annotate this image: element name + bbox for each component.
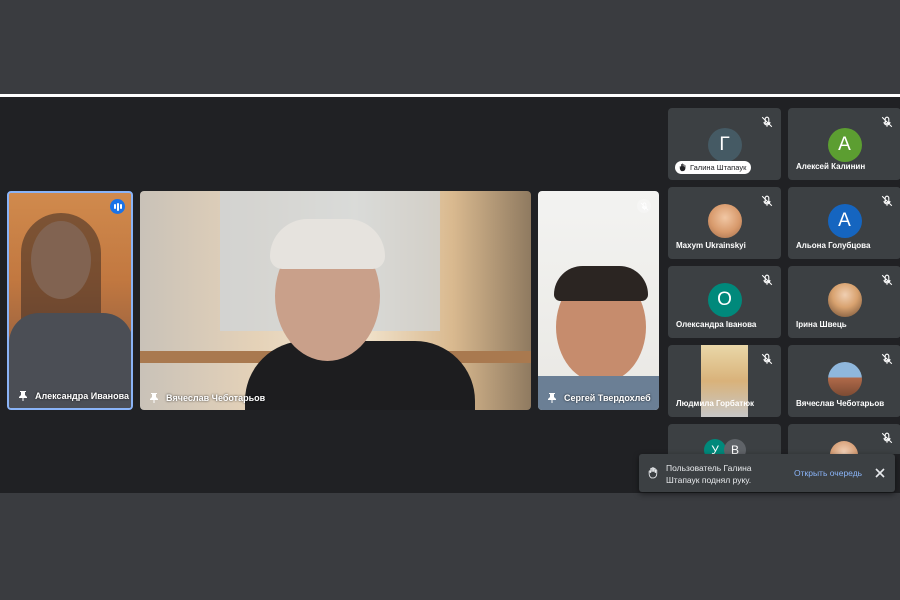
notification-message: Пользователь Галина Штапаук поднял руку.	[666, 463, 752, 485]
mic-off-icon	[881, 353, 893, 365]
grid-tile-lyudmyla[interactable]: Людмила Горбатюк	[668, 345, 781, 417]
video-tile-vyacheslav[interactable]: Вячеслав Чеботарьов	[140, 191, 531, 410]
open-queue-button[interactable]: Открыть очередь	[794, 468, 862, 478]
pin-icon[interactable]	[548, 393, 556, 403]
avatar	[827, 362, 862, 396]
top-band	[0, 0, 900, 94]
grid-tile-group[interactable]: У В	[668, 424, 781, 454]
participant-name: Олександра Іванова	[676, 320, 757, 329]
video-tile-aleksandra[interactable]: Александра Иванова	[7, 191, 133, 410]
avatar	[827, 283, 862, 317]
participant-name: Александра Иванова	[35, 391, 130, 401]
close-icon[interactable]	[873, 466, 887, 480]
participant-name: Maxym Ukrainskyi	[676, 241, 746, 250]
participant-name: Людмила Горбатюк	[676, 399, 755, 408]
pin-icon[interactable]	[150, 393, 158, 403]
participant-name: Сергей Твердохлеб	[564, 393, 651, 403]
avatar: О	[707, 283, 742, 317]
mic-off-icon	[761, 116, 773, 128]
avatar: Г	[707, 128, 742, 162]
grid-tile-vyacheslav[interactable]: Вячеслав Чеботарьов	[788, 345, 900, 417]
participant-hair	[270, 219, 385, 269]
participant-name: Альона Голубцова	[796, 241, 871, 250]
participant-name: Галина Штапаук	[690, 163, 747, 172]
mic-off-icon	[881, 116, 893, 128]
grid-tile-participant[interactable]	[788, 424, 900, 454]
avatar	[830, 441, 858, 454]
mic-off-icon	[881, 195, 893, 207]
raised-hand-icon	[648, 467, 658, 479]
bottom-band	[0, 493, 900, 600]
grid-tile-oleksandra[interactable]: О Олександра Іванова	[668, 266, 781, 338]
grid-tile-alona[interactable]: А Альона Голубцова	[788, 187, 900, 259]
video-tile-sergey[interactable]: Сергей Твердохлеб	[538, 191, 659, 410]
participant-name: Ірина Швець	[796, 320, 847, 329]
raised-hand-notification: Пользователь Галина Штапаук поднял руку.…	[639, 454, 895, 492]
pin-icon[interactable]	[19, 391, 27, 401]
mic-off-icon	[761, 195, 773, 207]
avatar: У	[704, 439, 726, 454]
participant-name: Вячеслав Чеботарьов	[796, 399, 885, 408]
grid-tile-aleksey[interactable]: А Алексей Калинин	[788, 108, 900, 180]
grid-tile-iryna[interactable]: Ірина Швець	[788, 266, 900, 338]
raised-hand-icon	[679, 163, 686, 172]
grid-tile-maxym[interactable]: Maxym Ukrainskyi	[668, 187, 781, 259]
participant-hair	[554, 266, 648, 301]
mic-off-icon	[881, 274, 893, 286]
raised-hand-chip: Галина Штапаук	[675, 161, 752, 174]
avatar	[707, 204, 742, 238]
participant-name: Алексей Калинин	[796, 162, 866, 171]
speaking-indicator-icon	[110, 199, 125, 214]
mic-off-icon	[761, 274, 773, 286]
participant-name: Вячеслав Чеботарьов	[166, 393, 266, 403]
avatar: А	[827, 204, 862, 238]
mic-off-icon	[637, 199, 651, 213]
avatar: А	[827, 128, 862, 162]
participant-body	[245, 341, 475, 410]
grid-tile-galina[interactable]: Г Галина Штапаук	[668, 108, 781, 180]
mic-off-icon	[761, 353, 773, 365]
avatar: В	[724, 439, 746, 454]
mic-off-icon	[881, 432, 893, 444]
